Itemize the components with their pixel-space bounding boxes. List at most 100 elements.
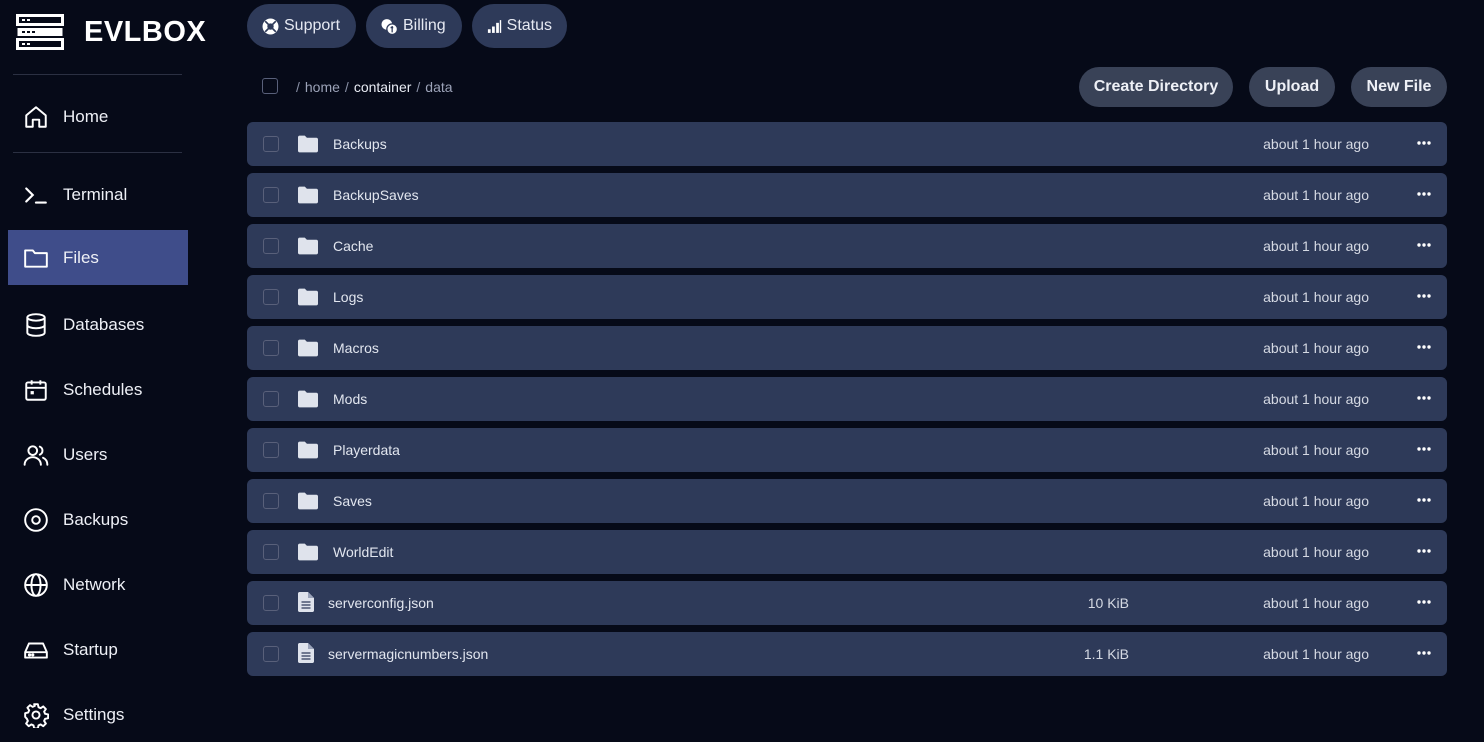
sidebar-item-terminal[interactable]: Terminal xyxy=(8,167,188,222)
more-options-icon[interactable] xyxy=(1417,493,1431,507)
file-modified: about 1 hour ago xyxy=(1263,187,1369,203)
sidebar-item-users[interactable]: Users xyxy=(8,427,188,482)
file-row[interactable]: Backups about 1 hour ago xyxy=(247,122,1447,166)
file-row[interactable]: serverconfig.json 10 KiB about 1 hour ago xyxy=(247,581,1447,625)
file-name[interactable]: Cache xyxy=(333,237,373,255)
more-options-icon[interactable] xyxy=(1417,187,1431,201)
breadcrumb-data: data xyxy=(425,79,453,95)
row-checkbox[interactable] xyxy=(263,442,279,458)
file-name[interactable]: servermagicnumbers.json xyxy=(328,645,488,663)
more-options-icon[interactable] xyxy=(1417,442,1431,456)
sidebar-item-settings[interactable]: Settings xyxy=(8,687,188,742)
file-name[interactable]: Playerdata xyxy=(333,441,400,459)
brand-name: EVLBOX xyxy=(84,16,207,48)
file-modified: about 1 hour ago xyxy=(1263,442,1369,458)
row-checkbox[interactable] xyxy=(263,493,279,509)
folder-icon xyxy=(24,248,48,268)
folder-icon xyxy=(298,441,318,459)
file-name[interactable]: Macros xyxy=(333,339,379,357)
file-name[interactable]: Saves xyxy=(333,492,372,510)
more-options-icon[interactable] xyxy=(1417,289,1431,303)
sidebar-item-startup[interactable]: Startup xyxy=(8,622,188,677)
row-checkbox[interactable] xyxy=(263,238,279,254)
brand-logo[interactable]: EVLBOX xyxy=(16,14,206,50)
globe-icon xyxy=(24,572,48,597)
database-icon xyxy=(26,312,46,337)
breadcrumb: / home / container / data xyxy=(296,78,453,96)
row-checkbox[interactable] xyxy=(263,340,279,356)
sidebar-item-files[interactable]: Files xyxy=(8,230,188,285)
disc-icon xyxy=(24,507,48,532)
sidebar-item-schedules[interactable]: Schedules xyxy=(8,362,188,417)
users-icon xyxy=(23,444,49,466)
file-row[interactable]: Saves about 1 hour ago xyxy=(247,479,1447,523)
support-button[interactable]: Support xyxy=(247,4,356,48)
more-options-icon[interactable] xyxy=(1417,238,1431,252)
sidebar-item-label: Backups xyxy=(63,509,129,529)
file-row[interactable]: Playerdata about 1 hour ago xyxy=(247,428,1447,472)
file-row[interactable]: WorldEdit about 1 hour ago xyxy=(247,530,1447,574)
file-row[interactable]: BackupSaves about 1 hour ago xyxy=(247,173,1447,217)
sidebar-item-label: Users xyxy=(63,444,108,464)
file-modified: about 1 hour ago xyxy=(1263,289,1369,305)
status-button[interactable]: Status xyxy=(472,4,567,48)
folder-icon xyxy=(298,492,318,510)
sidebar-item-home[interactable]: Home xyxy=(8,89,188,144)
file-name[interactable]: Backups xyxy=(333,135,387,153)
file-row[interactable]: Logs about 1 hour ago xyxy=(247,275,1447,319)
row-checkbox[interactable] xyxy=(263,595,279,611)
more-options-icon[interactable] xyxy=(1417,136,1431,150)
new-file-button[interactable]: New File xyxy=(1351,67,1447,107)
more-options-icon[interactable] xyxy=(1417,595,1431,609)
select-all-checkbox[interactable] xyxy=(262,78,278,94)
file-row[interactable]: servermagicnumbers.json 1.1 KiB about 1 ho… xyxy=(247,632,1447,676)
file-name[interactable]: Logs xyxy=(333,288,363,306)
file-name[interactable]: serverconfig.json xyxy=(328,594,434,612)
row-checkbox[interactable] xyxy=(263,187,279,203)
file-modified: about 1 hour ago xyxy=(1263,544,1369,560)
breadcrumb-home[interactable]: home xyxy=(305,79,340,95)
file-modified: about 1 hour ago xyxy=(1263,493,1369,509)
calendar-icon xyxy=(25,379,47,401)
sidebar-divider xyxy=(13,152,182,153)
file-row[interactable]: Mods about 1 hour ago xyxy=(247,377,1447,421)
upload-button[interactable]: Upload xyxy=(1249,67,1335,107)
gear-icon xyxy=(24,702,49,728)
row-checkbox[interactable] xyxy=(263,289,279,305)
sidebar-item-label: Files xyxy=(63,247,99,267)
breadcrumb-separator: / xyxy=(344,79,349,95)
more-options-icon[interactable] xyxy=(1417,340,1431,354)
file-row[interactable]: Cache about 1 hour ago xyxy=(247,224,1447,268)
file-name[interactable]: WorldEdit xyxy=(333,543,393,561)
row-checkbox[interactable] xyxy=(263,646,279,662)
more-options-icon[interactable] xyxy=(1417,646,1431,660)
coins-icon xyxy=(381,18,398,35)
file-name[interactable]: BackupSaves xyxy=(333,186,419,204)
file-icon xyxy=(298,592,314,612)
breadcrumb-container[interactable]: container xyxy=(354,79,412,95)
terminal-icon xyxy=(25,186,47,204)
sidebar-item-databases[interactable]: Databases xyxy=(8,297,188,352)
file-name[interactable]: Mods xyxy=(333,390,367,408)
more-options-icon[interactable] xyxy=(1417,391,1431,405)
more-options-icon[interactable] xyxy=(1417,544,1431,558)
row-checkbox[interactable] xyxy=(263,391,279,407)
folder-icon xyxy=(298,186,318,204)
sidebar-item-label: Terminal xyxy=(63,184,128,204)
file-modified: about 1 hour ago xyxy=(1263,391,1369,407)
file-modified: about 1 hour ago xyxy=(1263,595,1369,611)
folder-icon xyxy=(298,543,318,561)
file-row[interactable]: Macros about 1 hour ago xyxy=(247,326,1447,370)
billing-label: Billing xyxy=(403,17,446,34)
row-checkbox[interactable] xyxy=(263,136,279,152)
row-checkbox[interactable] xyxy=(263,544,279,560)
sidebar-item-network[interactable]: Network xyxy=(8,557,188,612)
billing-button[interactable]: Billing xyxy=(366,4,462,48)
sidebar-item-backups[interactable]: Backups xyxy=(8,492,188,547)
sidebar: EVLBOX Home Terminal Files Databases Sch… xyxy=(0,0,206,728)
bar-chart-icon xyxy=(487,19,502,33)
folder-icon xyxy=(298,135,318,153)
create-directory-button[interactable]: Create Directory xyxy=(1079,67,1233,107)
sidebar-item-label: Home xyxy=(63,106,109,126)
breadcrumb-separator: / xyxy=(296,79,300,95)
